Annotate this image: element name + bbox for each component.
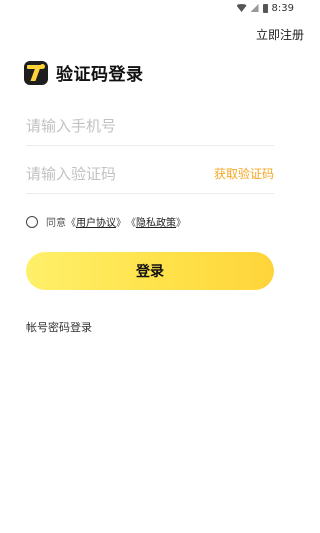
battery-icon	[262, 3, 268, 13]
wifi-icon	[236, 4, 247, 12]
code-field: 获取验证码	[26, 154, 274, 194]
quote-close-1: 》	[116, 218, 126, 229]
signal-icon	[250, 4, 259, 12]
agree-radio[interactable]	[26, 215, 38, 228]
app-logo-icon	[24, 60, 48, 85]
quote-close-2: 》	[176, 218, 186, 229]
agree-prefix: 同意	[46, 218, 66, 229]
status-time: 8:39	[271, 2, 294, 14]
privacy-policy-link[interactable]: 隐私政策	[136, 214, 176, 229]
get-code-button[interactable]: 获取验证码	[214, 165, 274, 182]
phone-input[interactable]	[26, 116, 196, 135]
login-button[interactable]: 登录	[26, 252, 274, 290]
agreement-row: 同意 《 用户协议 》 《 隐私政策 》	[26, 214, 186, 229]
quote-open-2: 《	[126, 218, 136, 229]
page-title: 验证码登录	[56, 65, 144, 85]
quote-open-1: 《	[66, 218, 76, 229]
user-agreement-link[interactable]: 用户协议	[76, 214, 116, 229]
code-input[interactable]	[26, 164, 196, 183]
title-row: 验证码登录	[24, 60, 144, 85]
register-link[interactable]: 立即注册	[256, 26, 304, 43]
phone-field	[26, 106, 274, 146]
password-login-link[interactable]: 帐号密码登录	[26, 319, 92, 335]
status-bar: 8:39	[0, 0, 300, 16]
